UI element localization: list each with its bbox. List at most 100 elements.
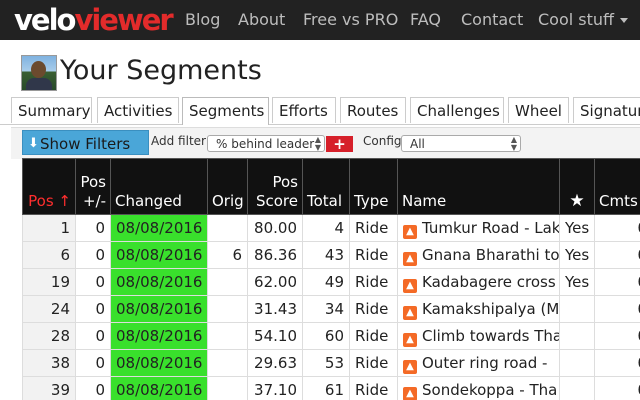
table-row[interactable]: 28 0 08/08/2016 54.10 60 Ride ▲ Climb towards T… bbox=[22, 322, 640, 350]
cell-changed: 08/08/2016 bbox=[110, 376, 208, 400]
cell-star: Yes bbox=[559, 214, 595, 242]
cell-pos-score: 62.00 bbox=[247, 268, 303, 296]
cell-orig bbox=[207, 322, 248, 350]
table-row[interactable]: 6 0 08/08/2016 6 86.36 43 Ride ▲ Gnana Bharathi … bbox=[22, 241, 640, 269]
veloviewer-logo[interactable]: veloviewer bbox=[14, 3, 174, 37]
cell-pos: 6 bbox=[22, 241, 76, 269]
nav-faq[interactable]: FAQ bbox=[410, 0, 441, 40]
strava-icon[interactable]: ▲ bbox=[403, 387, 417, 400]
strava-icon[interactable]: ▲ bbox=[403, 333, 417, 347]
segment-name[interactable]: Kadabagere cross bbox=[422, 273, 556, 291]
nav-contact[interactable]: Contact bbox=[461, 0, 523, 40]
segment-name[interactable]: Outer ring road - bbox=[422, 354, 547, 372]
cell-total: 49 bbox=[302, 268, 350, 296]
cell-cmts: 0 bbox=[594, 241, 640, 269]
cell-cmts: 0 bbox=[594, 268, 640, 296]
col-header-orig[interactable]: Orig bbox=[207, 158, 248, 215]
table-body: 1 0 08/08/2016 80.00 4 Ride ▲ Tumkur Road - Lak… bbox=[22, 214, 640, 400]
cell-pos-change: 0 bbox=[75, 376, 111, 400]
nav-blog[interactable]: Blog bbox=[185, 0, 220, 40]
cell-orig bbox=[207, 268, 248, 296]
cell-total: 4 bbox=[302, 214, 350, 242]
cell-name[interactable]: ▲ Outer ring road - bbox=[397, 349, 560, 377]
cell-cmts: 0 bbox=[594, 349, 640, 377]
tab-activities[interactable]: Activities bbox=[97, 97, 179, 123]
table-row[interactable]: 1 0 08/08/2016 80.00 4 Ride ▲ Tumkur Road - Lak… bbox=[22, 214, 640, 242]
col-header-star[interactable]: ★ bbox=[559, 158, 595, 215]
cell-total: 43 bbox=[302, 241, 350, 269]
strava-icon[interactable]: ▲ bbox=[403, 225, 417, 239]
cell-orig bbox=[207, 376, 248, 400]
col-header-changed[interactable]: Changed bbox=[110, 158, 208, 215]
cell-pos-score: 86.36 bbox=[247, 241, 303, 269]
cell-type: Ride bbox=[349, 268, 398, 296]
table-row[interactable]: 24 0 08/08/2016 31.43 34 Ride ▲ Kamakshipalya (… bbox=[22, 295, 640, 323]
nav-cool-stuff-label: Cool stuff bbox=[538, 10, 615, 29]
cell-pos-score: 54.10 bbox=[247, 322, 303, 350]
table-row[interactable]: 38 0 08/08/2016 29.63 53 Ride ▲ Outer ring road… bbox=[22, 349, 640, 377]
tab-segments[interactable]: Segments bbox=[182, 97, 269, 125]
table-row[interactable]: 39 0 08/08/2016 37.10 61 Ride ▲ Sondekoppa - Th… bbox=[22, 376, 640, 400]
cell-pos: 19 bbox=[22, 268, 76, 296]
cell-cmts: 0 bbox=[594, 322, 640, 350]
nav-free-vs-pro[interactable]: Free vs PRO bbox=[303, 0, 398, 40]
config-select[interactable]: All ▲ ▼ bbox=[401, 135, 521, 152]
tab-efforts[interactable]: Efforts bbox=[272, 97, 336, 123]
strava-icon[interactable]: ▲ bbox=[403, 279, 417, 293]
cell-orig bbox=[207, 214, 248, 242]
table-row[interactable]: 19 0 08/08/2016 62.00 49 Ride ▲ Kadabagere cros… bbox=[22, 268, 640, 296]
cell-changed: 08/08/2016 bbox=[110, 349, 208, 377]
segment-name[interactable]: Tumkur Road - Lak bbox=[422, 219, 559, 237]
strava-icon[interactable]: ▲ bbox=[403, 252, 417, 266]
add-filter-select[interactable]: % behind leader ▲ ▼ bbox=[207, 135, 325, 152]
cell-pos-score: 29.63 bbox=[247, 349, 303, 377]
tab-wheel[interactable]: Wheel bbox=[508, 97, 569, 123]
tab-routes[interactable]: Routes bbox=[340, 97, 406, 123]
top-navbar: veloviewer Blog About Free vs PRO FAQ Co… bbox=[0, 0, 640, 40]
cell-pos-change: 0 bbox=[75, 295, 111, 323]
cell-total: 53 bbox=[302, 349, 350, 377]
tab-signature[interactable]: Signatur bbox=[573, 97, 640, 123]
select-arrows-icon: ▲ ▼ bbox=[314, 135, 321, 152]
segment-name[interactable]: Kamakshipalya (M bbox=[422, 300, 559, 318]
cell-pos: 28 bbox=[22, 322, 76, 350]
add-filter-value: % behind leader bbox=[216, 137, 315, 151]
caret-down-icon bbox=[620, 18, 629, 23]
cell-name[interactable]: ▲ Sondekoppa - Tha bbox=[397, 376, 560, 400]
segment-name[interactable]: Climb towards Tha bbox=[422, 327, 559, 345]
config-label: Config bbox=[363, 134, 402, 148]
cell-total: 61 bbox=[302, 376, 350, 400]
tab-challenges[interactable]: Challenges bbox=[410, 97, 504, 123]
segment-name[interactable]: Gnana Bharathi to bbox=[422, 246, 559, 264]
cell-pos-score: 37.10 bbox=[247, 376, 303, 400]
col-header-type[interactable]: Type bbox=[349, 158, 398, 215]
show-filters-button[interactable]: ⬇ Show Filters bbox=[22, 130, 149, 155]
cell-star bbox=[559, 295, 595, 323]
nav-cool-stuff[interactable]: Cool stuff bbox=[538, 0, 629, 40]
col-header-name[interactable]: Name bbox=[397, 158, 560, 215]
cell-name[interactable]: ▲ Climb towards Tha bbox=[397, 322, 560, 350]
cell-name[interactable]: ▲ Tumkur Road - Lak bbox=[397, 214, 560, 242]
cell-name[interactable]: ▲ Kamakshipalya (M bbox=[397, 295, 560, 323]
col-header-pos-change[interactable]: Pos +/- bbox=[75, 158, 111, 215]
cell-star: Yes bbox=[559, 268, 595, 296]
filter-bar: ⬇ Show Filters Add filter % behind leader… bbox=[11, 127, 640, 159]
strava-icon[interactable]: ▲ bbox=[403, 306, 417, 320]
nav-about[interactable]: About bbox=[238, 0, 285, 40]
col-header-total[interactable]: Total bbox=[302, 158, 350, 215]
col-header-pos[interactable]: Pos ↑ bbox=[22, 158, 76, 215]
tab-summary[interactable]: Summary bbox=[11, 97, 92, 123]
col-header-pos-score[interactable]: Pos Score bbox=[247, 158, 303, 215]
segment-name[interactable]: Sondekoppa - Tha bbox=[422, 381, 557, 399]
add-filter-button[interactable]: + bbox=[326, 136, 353, 152]
avatar[interactable] bbox=[21, 55, 57, 91]
cell-name[interactable]: ▲ Gnana Bharathi to bbox=[397, 241, 560, 269]
logo-text-viewer: viewer bbox=[74, 3, 173, 37]
col-header-cmts[interactable]: Cmts bbox=[594, 158, 640, 215]
cell-name[interactable]: ▲ Kadabagere cross bbox=[397, 268, 560, 296]
cell-star: Yes bbox=[559, 241, 595, 269]
strava-icon[interactable]: ▲ bbox=[403, 360, 417, 374]
cell-pos: 1 bbox=[22, 214, 76, 242]
cell-changed: 08/08/2016 bbox=[110, 241, 208, 269]
cell-cmts: 0 bbox=[594, 295, 640, 323]
